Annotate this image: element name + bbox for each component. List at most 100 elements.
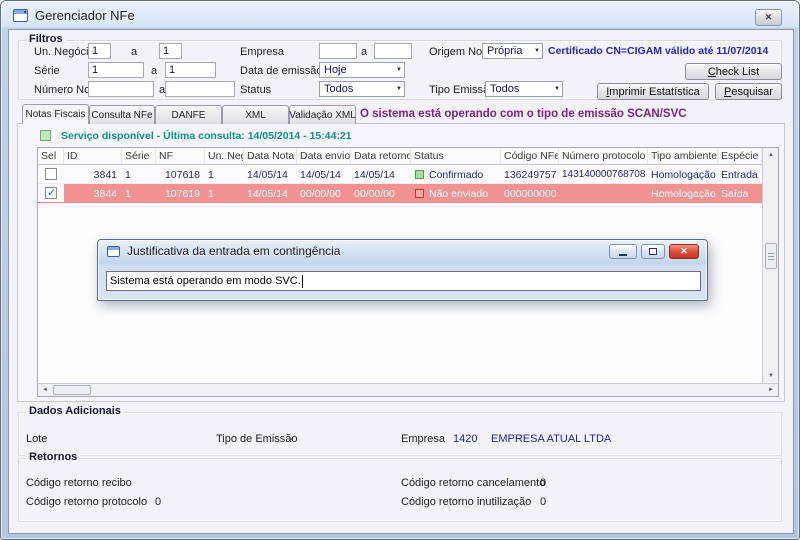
tab-xml[interactable]: XML [222, 105, 289, 124]
status-label: Status [240, 84, 271, 96]
status-select[interactable]: Todos ▼ [319, 81, 405, 97]
empresa-range-sep: a [361, 46, 367, 58]
serie-to-input[interactable] [165, 62, 216, 78]
table-row[interactable]: 3841 1 107618 1 14/05/14 14/05/14 14/05/… [38, 165, 762, 184]
retorno-protocolo-value: 0 [155, 496, 161, 508]
tipo-emissao-info-label: Tipo de Emissão [216, 433, 298, 445]
vertical-scrollbar[interactable]: ▲ ▼ [762, 148, 778, 383]
cell-data-envio: 00/00/00 [297, 184, 351, 202]
numero-nota-from-input[interactable] [88, 81, 154, 97]
numero-nota-to-input[interactable] [165, 81, 235, 97]
dialog-minimize-button[interactable] [609, 244, 637, 259]
cell-especie: Entrada [718, 165, 762, 183]
scroll-left-icon[interactable]: ◄ [39, 384, 51, 396]
tab-consulta-nfe[interactable]: Consulta NFe [89, 105, 155, 124]
tipo-emissao-info-value: - [290, 433, 294, 445]
check-list-button[interactable]: Check List [685, 63, 782, 80]
retorno-inutilizacao-label: Código retorno inutilização [401, 496, 531, 508]
col-sel[interactable]: Sel [38, 148, 64, 164]
cell-codigo-nfe: 136249757 [501, 165, 559, 183]
scroll-up-icon[interactable]: ▲ [763, 149, 779, 161]
retorno-inutilizacao-value: 0 [540, 496, 546, 508]
col-data-nota[interactable]: Data Nota [244, 148, 297, 164]
contingency-dialog: Justificativa da entrada em contingência… [97, 239, 708, 301]
empresa-info-label: Empresa [401, 433, 445, 445]
row-checkbox[interactable] [45, 187, 57, 199]
col-codigo-nfe[interactable]: Código NFe [501, 148, 559, 164]
cell-tipo-ambiente: Homologação [648, 165, 718, 183]
app-window: Gerenciador NFe ✕ Filtros Un. Negócio a … [0, 0, 800, 540]
status-not-sent-icon [415, 189, 424, 198]
origem-nota-select[interactable]: Própria ▼ [482, 43, 543, 59]
certificate-info: Certificado CN=CIGAM válido até 11/07/20… [548, 45, 768, 57]
lote-label: Lote [26, 433, 47, 445]
col-data-envio[interactable]: Data envio [297, 148, 351, 164]
col-nf[interactable]: NF [156, 148, 205, 164]
serie-label: Série [34, 65, 60, 77]
empresa-name: EMPRESA ATUAL LTDA [491, 433, 611, 445]
col-serie[interactable]: Série [122, 148, 156, 164]
cell-nf: 107618 [156, 165, 205, 183]
empresa-code: 1420 [453, 433, 477, 445]
horizontal-scrollbar[interactable]: ◄ ► [38, 383, 778, 396]
horizontal-scroll-thumb[interactable] [53, 385, 91, 395]
empresa-from-input[interactable] [319, 43, 357, 59]
app-icon [13, 9, 28, 22]
serie-from-input[interactable] [88, 62, 144, 78]
cell-nf: 107619 [156, 184, 205, 202]
dados-adicionais-title: Dados Adicionais [26, 405, 124, 417]
cell-data-envio: 14/05/14 [297, 165, 351, 183]
filters-group-title: Filtros [26, 33, 66, 45]
retornos-groupbox [18, 458, 782, 522]
col-status[interactable]: Status [411, 148, 501, 164]
vertical-scroll-thumb[interactable] [765, 243, 777, 269]
justification-input[interactable]: Sistema está operando em modo SVC. [106, 271, 701, 291]
col-especie[interactable]: Espécie [718, 148, 762, 164]
un-negocio-to-input[interactable] [159, 43, 182, 59]
table-row-selected[interactable]: 3844 1 107619 1 14/05/14 00/00/00 00/00/… [38, 184, 762, 203]
imprimir-estatistica-button[interactable]: Imprimir Estatística [597, 83, 709, 100]
data-emissao-value: Hoje [324, 64, 347, 76]
client-area: Filtros Un. Negócio a Série a Número Not… [8, 29, 794, 534]
window-close-button[interactable]: ✕ [755, 9, 782, 26]
un-negocio-label: Un. Negócio [34, 46, 95, 58]
cell-id: 3841 [64, 165, 122, 183]
service-status-icon [40, 130, 51, 141]
dialog-titlebar[interactable]: Justificativa da entrada em contingência… [98, 240, 707, 262]
row-checkbox[interactable] [45, 168, 57, 180]
scroll-right-icon[interactable]: ► [765, 384, 777, 396]
cell-numero-protocolo [559, 184, 648, 202]
cell-data-retorno: 14/05/14 [351, 165, 411, 183]
empresa-label: Empresa [240, 46, 284, 58]
col-numero-protocolo[interactable]: Número protocolo [559, 148, 648, 164]
data-emissao-select[interactable]: Hoje ▼ [319, 62, 405, 78]
col-un-neg[interactable]: Un. Neg. [205, 148, 244, 164]
chevron-down-icon: ▼ [554, 86, 560, 92]
cell-un-neg: 1 [205, 165, 244, 183]
tab-validacao-xml[interactable]: Validação XML [289, 105, 356, 124]
tab-notas-fiscais[interactable]: Notas Fiscais [22, 104, 89, 124]
cell-serie: 1 [122, 165, 156, 183]
dialog-close-button[interactable]: ✕ [669, 244, 699, 259]
pesquisar-button[interactable]: Pesquisar [715, 83, 782, 100]
chevron-down-icon: ▼ [396, 67, 402, 73]
cell-status: Confirmado [411, 165, 501, 183]
cell-data-nota: 14/05/14 [244, 165, 297, 183]
serie-range-sep: a [151, 65, 157, 77]
dialog-maximize-button[interactable] [641, 244, 665, 259]
close-icon: ✕ [680, 246, 688, 257]
cell-un-neg: 1 [205, 184, 244, 202]
col-data-retorno[interactable]: Data retorno [351, 148, 411, 164]
col-id[interactable]: ID [64, 148, 122, 164]
retorno-cancelamento-label: Código retorno cancelamento [401, 477, 545, 489]
retorno-recibo-label: Código retorno recibo [26, 477, 132, 489]
tab-danfe[interactable]: DANFE [155, 105, 222, 124]
empresa-to-input[interactable] [374, 43, 412, 59]
tipo-emissao-select[interactable]: Todos ▼ [485, 81, 563, 97]
text-caret [302, 275, 303, 288]
col-tipo-ambiente[interactable]: Tipo ambiente [648, 148, 718, 164]
scroll-down-icon[interactable]: ▼ [763, 370, 779, 382]
cell-data-retorno: 00/00/00 [351, 184, 411, 202]
minimize-icon [619, 254, 627, 256]
un-negocio-from-input[interactable] [88, 43, 111, 59]
